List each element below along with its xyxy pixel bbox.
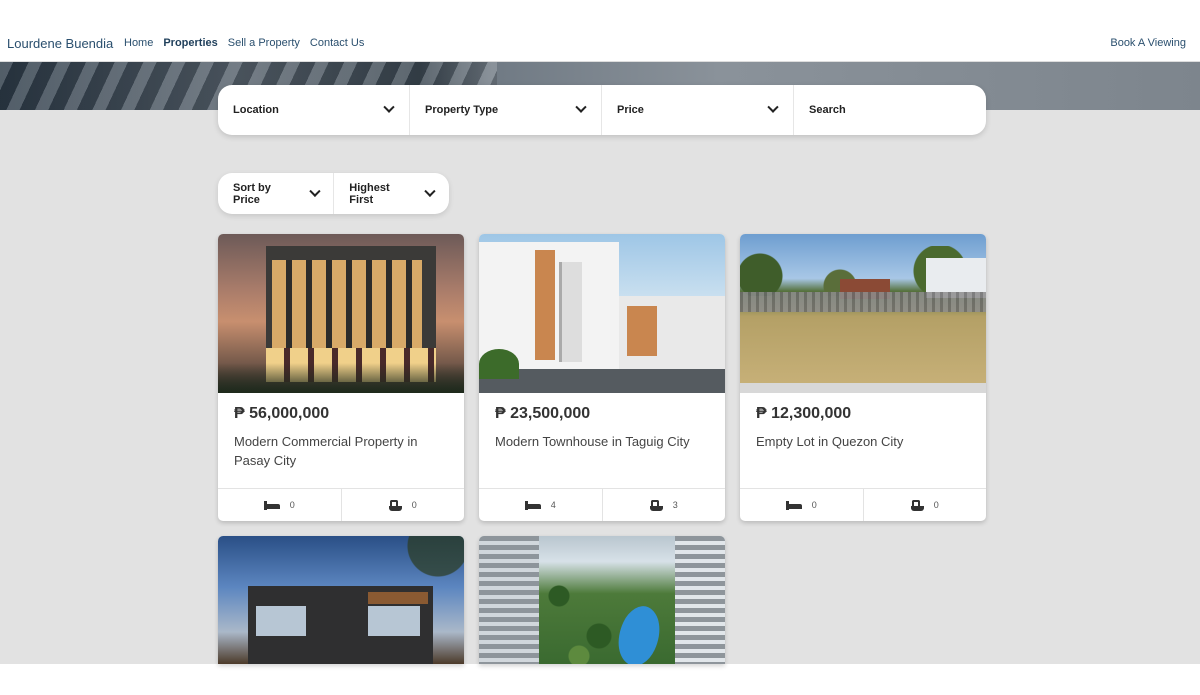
property-stats: 0 0 bbox=[740, 488, 986, 521]
chevron-down-icon bbox=[308, 185, 321, 197]
page-bottom-strip bbox=[0, 664, 1200, 695]
bathroom-count: 0 bbox=[864, 489, 987, 521]
bathroom-count-value: 0 bbox=[933, 500, 939, 510]
sort-by-label: Sort by Price bbox=[233, 181, 271, 206]
property-search-bar: Location Property Type Price Search bbox=[218, 85, 986, 135]
search-button-label: Search bbox=[809, 104, 846, 116]
property-photo bbox=[479, 536, 725, 664]
bedroom-count: 4 bbox=[479, 489, 603, 521]
nav-link-contact-us[interactable]: Contact Us bbox=[310, 37, 364, 49]
property-photo bbox=[740, 234, 986, 393]
chevron-down-icon bbox=[383, 101, 395, 113]
sort-order-dropdown[interactable]: Highest First bbox=[334, 173, 449, 214]
property-title: Empty Lot in Quezon City bbox=[756, 434, 904, 449]
price-dropdown-label: Price bbox=[617, 104, 644, 116]
book-a-viewing-link[interactable]: Book A Viewing bbox=[1110, 37, 1186, 49]
property-card-body: ₱ 23,500,000 Modern Townhouse in Taguig … bbox=[479, 393, 725, 488]
bedroom-count-value: 4 bbox=[550, 500, 556, 510]
bedroom-count: 0 bbox=[218, 489, 342, 521]
location-dropdown[interactable]: Location bbox=[218, 85, 410, 135]
property-title: Modern Townhouse in Taguig City bbox=[495, 434, 690, 449]
chevron-down-icon bbox=[767, 101, 779, 113]
price-dropdown[interactable]: Price bbox=[602, 85, 794, 135]
property-photo bbox=[218, 234, 464, 393]
bathroom-count: 3 bbox=[603, 489, 726, 521]
bedroom-count-value: 0 bbox=[811, 500, 817, 510]
property-price: ₱ 56,000,000 bbox=[234, 405, 330, 422]
property-price: ₱ 23,500,000 bbox=[495, 405, 591, 422]
search-button[interactable]: Search bbox=[794, 85, 986, 135]
top-navbar: Lourdene Buendia Home Properties Sell a … bbox=[0, 0, 1200, 62]
nav-link-home[interactable]: Home bbox=[124, 37, 153, 49]
nav-link-properties[interactable]: Properties bbox=[163, 37, 217, 49]
property-photo bbox=[479, 234, 725, 393]
bathroom-count: 0 bbox=[342, 489, 465, 521]
property-card-body: ₱ 12,300,000 Empty Lot in Quezon City bbox=[740, 393, 986, 488]
property-title: Modern Commercial Property in Pasay City bbox=[234, 434, 418, 468]
bathtub-icon bbox=[910, 499, 924, 511]
property-card[interactable] bbox=[218, 536, 464, 664]
bedroom-count-value: 0 bbox=[289, 500, 295, 510]
sort-bar: Sort by Price Highest First bbox=[218, 173, 449, 214]
bathtub-icon bbox=[388, 499, 402, 511]
property-type-dropdown[interactable]: Property Type bbox=[410, 85, 602, 135]
chevron-down-icon bbox=[424, 185, 436, 197]
property-price: ₱ 12,300,000 bbox=[756, 405, 852, 422]
property-type-dropdown-label: Property Type bbox=[425, 104, 499, 116]
property-card-body: ₱ 56,000,000 Modern Commercial Property … bbox=[218, 393, 464, 488]
bathroom-count-value: 0 bbox=[411, 500, 417, 510]
location-dropdown-label: Location bbox=[233, 104, 279, 116]
property-stats: 0 0 bbox=[218, 488, 464, 521]
nav-link-sell-a-property[interactable]: Sell a Property bbox=[228, 37, 300, 49]
bed-icon bbox=[524, 500, 541, 510]
property-card[interactable]: ₱ 56,000,000 Modern Commercial Property … bbox=[218, 234, 464, 521]
bed-icon bbox=[785, 500, 802, 510]
bathroom-count-value: 3 bbox=[672, 500, 678, 510]
property-card[interactable]: ₱ 12,300,000 Empty Lot in Quezon City 0 … bbox=[740, 234, 986, 521]
sort-order-label: Highest First bbox=[349, 181, 390, 206]
property-stats: 4 3 bbox=[479, 488, 725, 521]
bed-icon bbox=[263, 500, 280, 510]
property-card[interactable] bbox=[479, 536, 725, 664]
property-photo bbox=[218, 536, 464, 664]
chevron-down-icon bbox=[575, 101, 587, 113]
sort-by-dropdown[interactable]: Sort by Price bbox=[218, 173, 335, 214]
brand-logo-text[interactable]: Lourdene Buendia bbox=[7, 36, 113, 51]
bedroom-count: 0 bbox=[740, 489, 864, 521]
bathtub-icon bbox=[649, 499, 663, 511]
property-card[interactable]: ₱ 23,500,000 Modern Townhouse in Taguig … bbox=[479, 234, 725, 521]
nav-links: Home Properties Sell a Property Contact … bbox=[124, 37, 364, 49]
